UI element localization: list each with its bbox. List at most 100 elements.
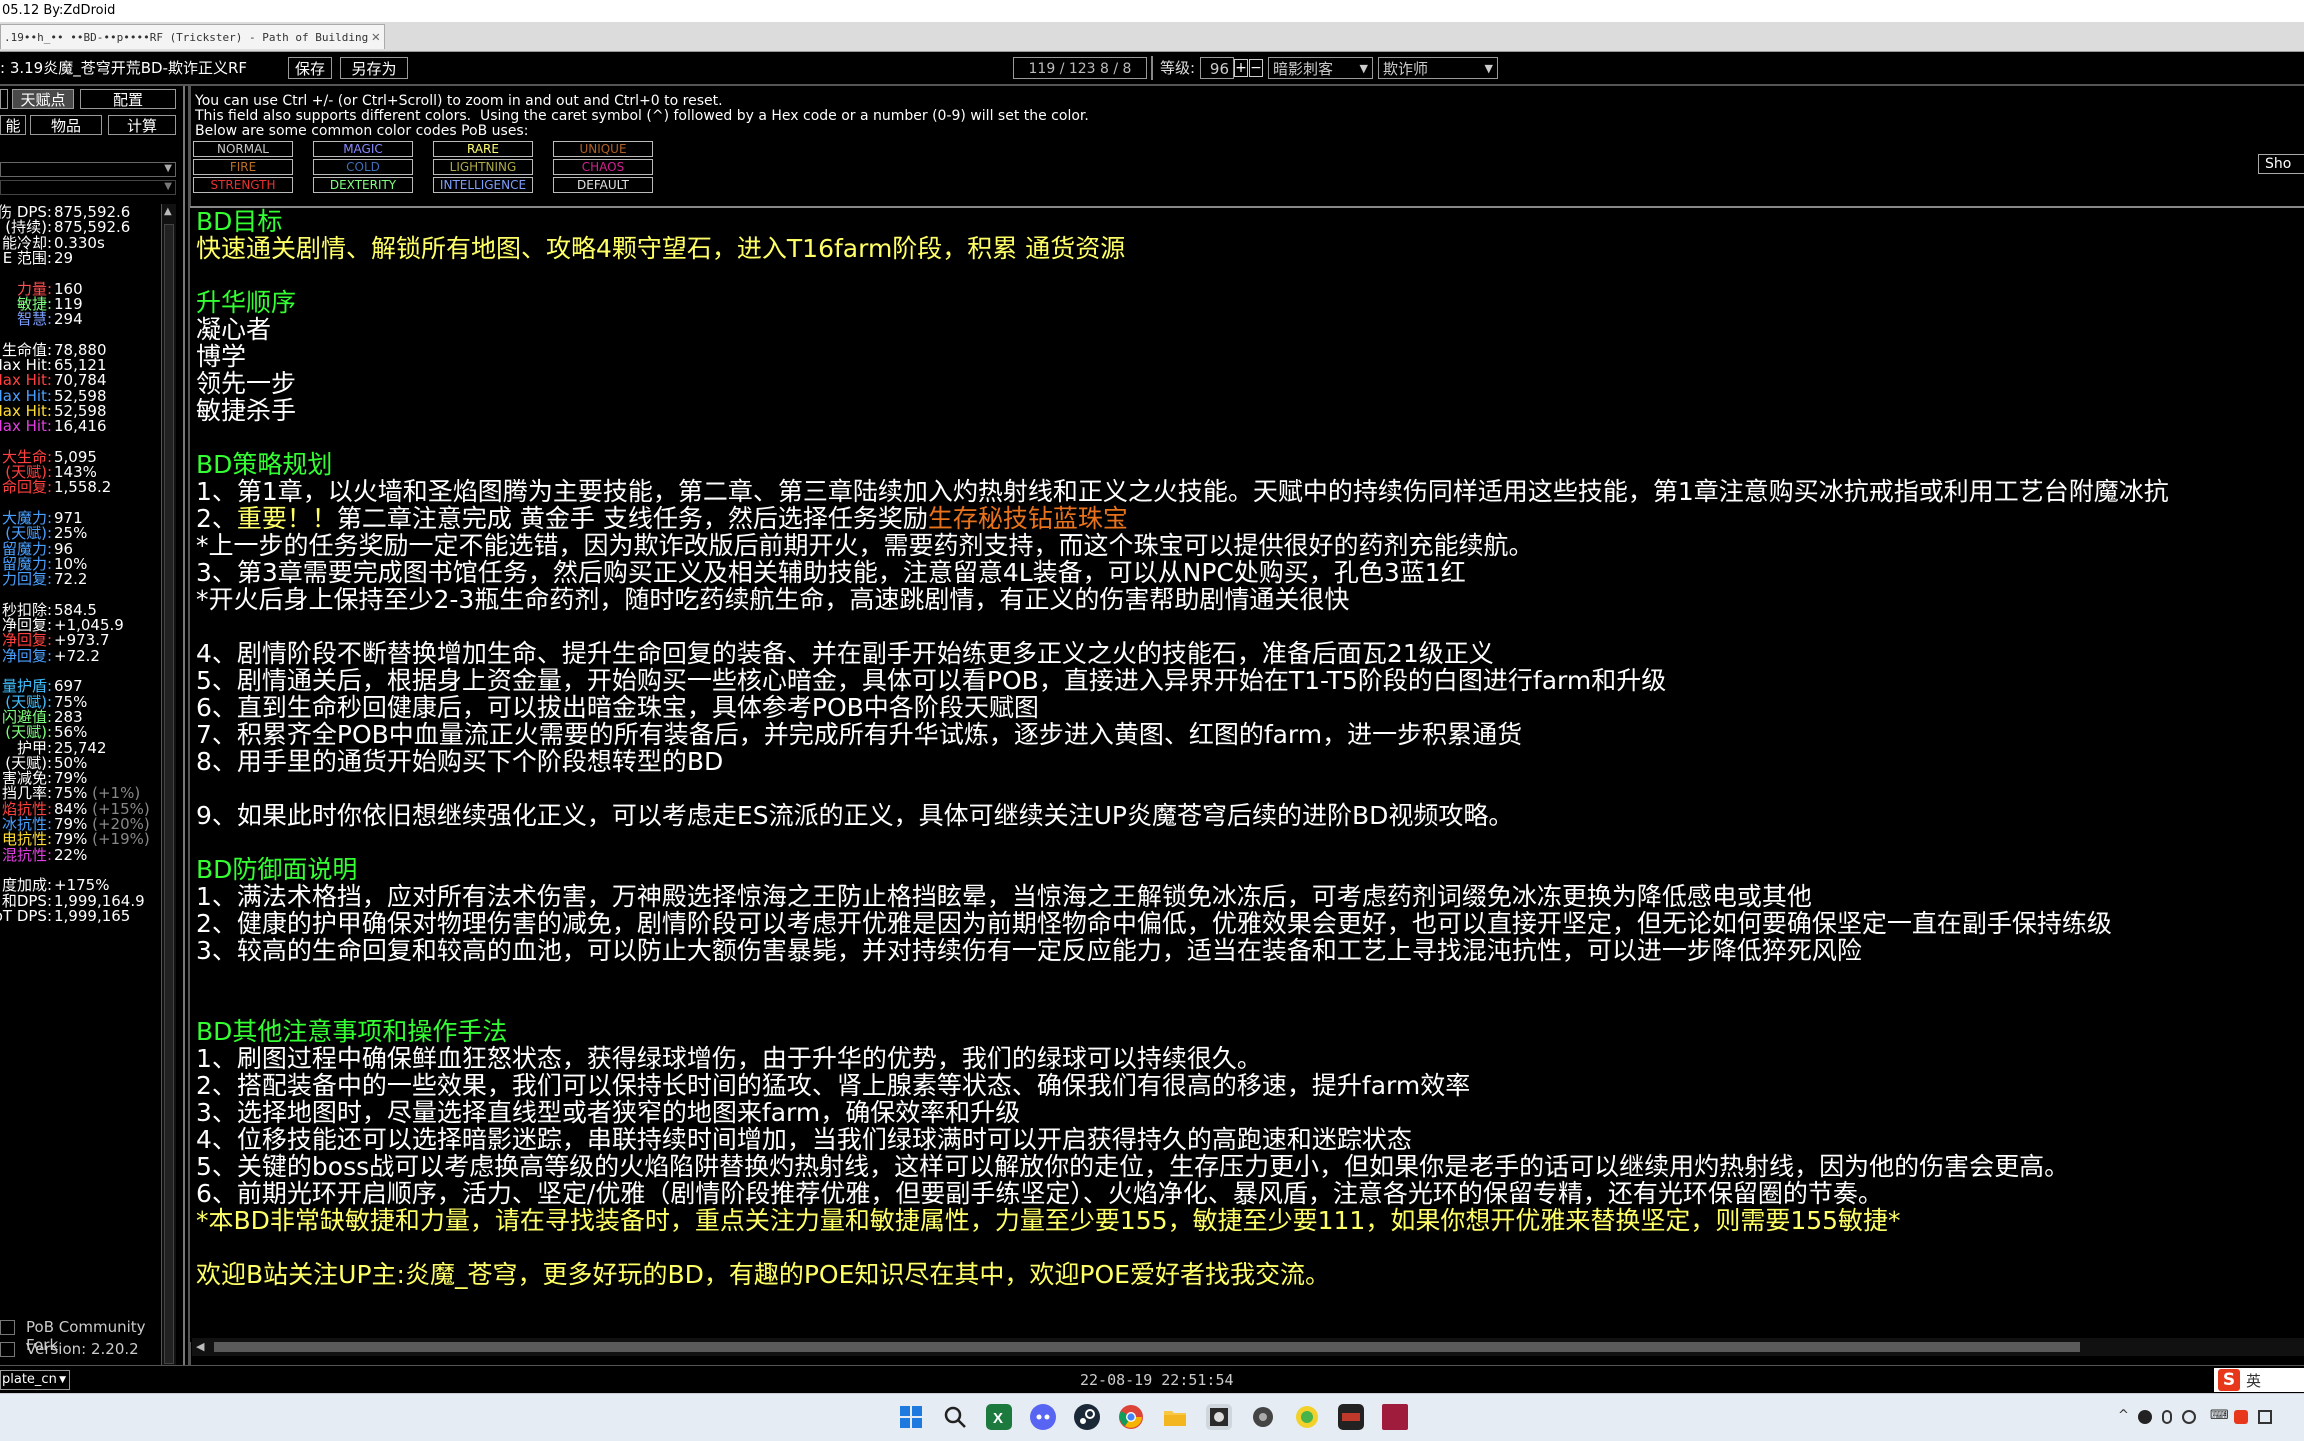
tab-skills[interactable]: 能 xyxy=(0,115,26,135)
class-select[interactable]: 暗影刺客 ▼ xyxy=(1268,57,1373,79)
tab-items[interactable]: 物品 xyxy=(30,115,102,135)
color-code-normal: NORMAL xyxy=(193,141,293,157)
notes-editor[interactable]: BD目标 快速通关剧情、解锁所有地图、攻略4颗守望石，进入T16farm阶段，积累… xyxy=(190,206,2304,1342)
keyboard-icon[interactable]: ⌨ xyxy=(2210,1408,2229,1423)
tray-app-icon[interactable] xyxy=(2138,1410,2152,1424)
chrome-icon[interactable] xyxy=(1118,1404,1144,1430)
sogou-tray-icon[interactable] xyxy=(2234,1410,2248,1424)
note-line: 2、搭配装备中的一些效果，我们可以保持长时间的猛攻、肾上腺素等状态、确保我们有很… xyxy=(196,1071,1471,1100)
wechat-icon[interactable] xyxy=(1294,1404,1320,1430)
show-button[interactable]: Sho xyxy=(2258,154,2304,174)
note-line: 2、重要！！第二章注意完成 黄金手 支线任务，然后选择任务奖励生存秘技钻蓝珠宝 xyxy=(196,505,1128,532)
stat-value: 875,592.6 xyxy=(54,218,131,237)
scroll-left-icon[interactable]: ◀ xyxy=(196,1340,204,1353)
stat-row: 电抗性: 79% (+19%) xyxy=(0,831,160,847)
app-icon[interactable] xyxy=(1250,1404,1276,1430)
color-code-strength: STRENGTH xyxy=(193,177,293,193)
stat-label: 量护盾: xyxy=(1,677,52,696)
stat-label: (持续): xyxy=(5,218,52,237)
note-line: BD策略规划 xyxy=(196,450,333,479)
build-name: 3.19炎魔_苍穹开荒BD-欺诈正义RF xyxy=(9,59,248,77)
h-scroll-thumb[interactable] xyxy=(214,1342,2080,1352)
note-line: 6、直到生命秒回健康后，可以拔出暗金珠宝，具体参考POB中各阶段天赋图 xyxy=(196,693,1039,722)
skill-part-select[interactable]: ▼ xyxy=(0,180,176,195)
note-line: BD目标 xyxy=(196,207,283,236)
level-input[interactable]: 96 xyxy=(1200,57,1234,79)
build-name-field[interactable]: : 3.19炎魔_苍穹开荒BD-欺诈正义RF xyxy=(0,57,282,79)
excel-icon[interactable]: X xyxy=(986,1404,1012,1430)
stat-label: Max Hit: xyxy=(0,417,52,436)
stat-label: oT DPS: xyxy=(0,906,52,925)
stat-value: 25% xyxy=(54,524,88,543)
windows-icon[interactable] xyxy=(898,1404,924,1430)
stat-row: 净回复: +72.2 xyxy=(0,648,160,664)
stat-row xyxy=(0,265,160,281)
folder-icon[interactable] xyxy=(1162,1404,1188,1430)
search-icon[interactable] xyxy=(942,1404,968,1430)
note-line: 8、用手里的通货开始购买下个阶段想转型的BD xyxy=(196,747,724,776)
discord-icon[interactable] xyxy=(1030,1404,1056,1430)
stat-label: 力回复: xyxy=(1,570,52,589)
stat-value: 29 xyxy=(54,248,74,267)
close-icon[interactable]: ✕ xyxy=(372,25,380,49)
ime-indicator[interactable]: S 英 xyxy=(2214,1368,2304,1392)
network-icon[interactable] xyxy=(2182,1410,2196,1424)
note-line: *上一步的任务奖励一定不能选错，因为欺诈改版后前期开火，需要药剂支持，而这个珠宝… xyxy=(196,531,1534,560)
note-line: 3、第3章需要完成图书馆任务，然后购买正义及相关辅助技能，注意留意4L装备，可以… xyxy=(196,558,1466,587)
stat-value: 1,558.2 xyxy=(54,478,112,497)
tab-path-of-building[interactable]: .19••h_•• ••BD-••p••••RF (Trickster) - P… xyxy=(0,24,385,49)
fork-checkbox[interactable] xyxy=(0,1320,15,1335)
stat-label: 命回复: xyxy=(1,478,52,497)
stat-value: 16,416 xyxy=(54,417,107,436)
stat-row: Max Hit:16,416 xyxy=(0,418,160,434)
sogou-logo-icon: S xyxy=(2218,1369,2240,1391)
stat-row: 力回复: 72.2 xyxy=(0,571,160,587)
level-label: 等级: xyxy=(1160,59,1196,77)
save-as-button[interactable]: 另存为 xyxy=(340,57,408,79)
tab-config[interactable]: 配置 xyxy=(80,89,176,109)
stat-value: +175% xyxy=(54,876,110,895)
note-line: 3、选择地图时，尽量选择直线型或者狭窄的地图来farm，确保效率和升级 xyxy=(196,1098,1021,1127)
steam-icon[interactable] xyxy=(1074,1404,1100,1430)
ascendancy-select[interactable]: 欺诈师 ▼ xyxy=(1378,57,1498,79)
horizontal-scrollbar[interactable]: ◀ xyxy=(192,1338,2304,1356)
game-icon[interactable] xyxy=(1338,1404,1364,1430)
scroll-up-icon[interactable]: ▲ xyxy=(164,206,172,217)
stat-value: 72.2 xyxy=(54,570,88,589)
notification-icon[interactable] xyxy=(2258,1410,2272,1424)
stat-value: +973.7 xyxy=(54,631,110,650)
tab-partial[interactable] xyxy=(0,89,8,109)
stat-row: 命回复: 1,558.2 xyxy=(0,479,160,495)
separator xyxy=(1151,56,1158,80)
stats-scrollbar[interactable]: ▲ ▼ xyxy=(161,204,176,1384)
note-line: 5、关键的boss战可以考虑换高等级的火焰陷阱替换灼热射线，这样可以解放你的走位… xyxy=(196,1152,2070,1181)
notes-help-text: You can use Ctrl +/- (or Ctrl+Scroll) to… xyxy=(195,93,1089,139)
skill-select[interactable]: ▼ xyxy=(0,162,176,177)
chevron-up-icon[interactable]: ^ xyxy=(2118,1408,2129,1423)
stat-row: 量护盾: 697 xyxy=(0,678,160,694)
stat-row xyxy=(0,326,160,342)
stat-value: 697 xyxy=(54,677,83,696)
ime-language: 英 xyxy=(2246,1372,2262,1390)
tab-tree[interactable]: 天赋点 xyxy=(12,89,74,109)
level-plus-button[interactable]: + xyxy=(1234,59,1248,77)
color-codes-grid: NORMAL MAGIC RARE UNIQUE FIRE COLD LIGHTNING CH… xyxy=(193,141,653,197)
stat-row: 度加成: +175% xyxy=(0,877,160,893)
level-minus-button[interactable]: − xyxy=(1249,59,1263,77)
ascendancy-value: 欺诈师 xyxy=(1383,60,1429,78)
pob-icon[interactable] xyxy=(1206,1404,1232,1430)
scroll-thumb[interactable] xyxy=(164,224,174,1364)
stat-value: 56% xyxy=(54,723,88,742)
microphone-icon[interactable] xyxy=(2162,1410,2172,1424)
save-button[interactable]: 保存 xyxy=(288,57,332,79)
note-line: 敏捷杀手 xyxy=(196,396,297,425)
tab-calcs[interactable]: 计算 xyxy=(108,115,176,135)
red-app-icon[interactable] xyxy=(1382,1404,1408,1430)
points-display: 119 / 123 8 / 8 xyxy=(1013,57,1147,79)
stat-row: (持续): 875,592.6 xyxy=(0,219,160,235)
note-line: 凝心者 xyxy=(196,315,272,344)
version-checkbox[interactable] xyxy=(0,1342,15,1357)
note-important: 重要！！ xyxy=(236,504,337,533)
stat-row: oT DPS:1,999,165 xyxy=(0,908,160,924)
locale-select[interactable]: plate_cn ▼ xyxy=(0,1370,70,1390)
